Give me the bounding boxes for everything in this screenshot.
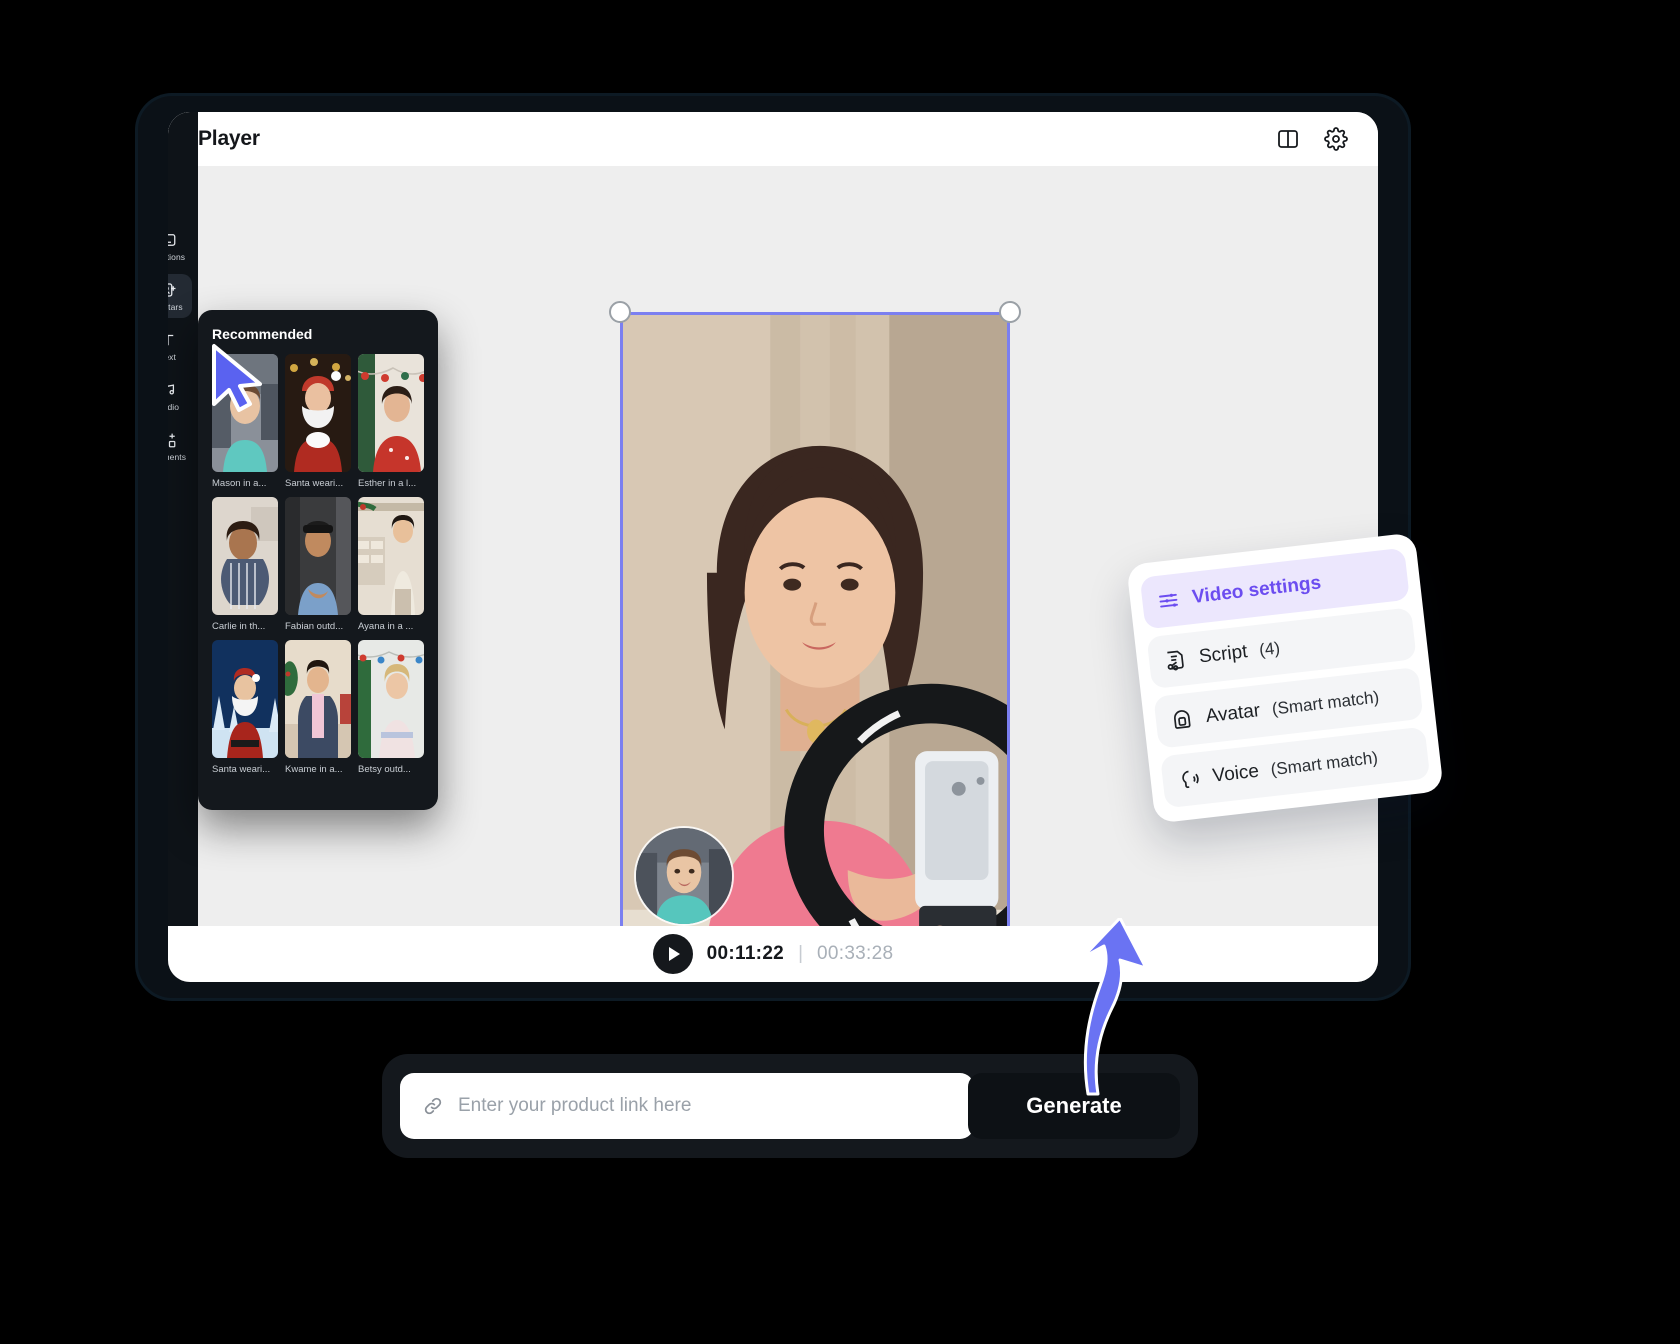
header-actions (1276, 127, 1348, 151)
settings-row-suffix: (Smart match) (1270, 687, 1381, 719)
avatar-card[interactable]: Santa weari... (285, 354, 351, 489)
captions-icon (168, 231, 177, 249)
sidebar-item-avatars[interactable]: Avatars (168, 274, 192, 318)
video-settings-card: Video settings Script (4) Avatar (Smart … (1126, 532, 1444, 824)
avatar-caption: Carlie in th... (212, 621, 266, 632)
resize-handle-top-left[interactable] (609, 301, 631, 323)
voice-icon (1176, 766, 1203, 793)
sliders-icon (1155, 587, 1182, 614)
avatar-caption: Santa weari... (285, 478, 344, 489)
avatar-caption: Kwame in a... (285, 764, 343, 775)
app-header: Player (168, 112, 1378, 166)
recommended-title: Recommended (212, 326, 313, 342)
avatar-card[interactable]: Ayana in a ... (358, 497, 424, 632)
screenshot-stage: Player ions tars xt dio ents Recommended… (0, 0, 1680, 1344)
recommended-grid: Mason in a... Santa weari... Esther in a… (212, 354, 424, 775)
total-time: 00:33:28 (817, 943, 894, 964)
sidebar-item-text[interactable]: Text (168, 324, 192, 368)
app-window: Player ions tars xt dio ents Recommended… (138, 96, 1408, 998)
current-time: 00:11:22 (706, 943, 785, 964)
sidebar-item-label: Audio (168, 401, 180, 412)
avatar-thumbnail (285, 497, 351, 615)
avatar-card-icon (168, 281, 177, 299)
settings-row-label: Video settings (1191, 572, 1323, 608)
resize-handle-top-right[interactable] (999, 301, 1021, 323)
pointer-arrow-to-generate (1080, 918, 1148, 1096)
settings-row-suffix: (4) (1258, 638, 1281, 660)
mouse-cursor (212, 344, 262, 412)
avatar-pip-bubble[interactable] (634, 826, 734, 926)
sidebar-item-audio[interactable]: Audio (168, 374, 192, 418)
avatar-caption: Betsy outd... (358, 764, 411, 775)
sidebar-item-label: Text (168, 351, 176, 362)
player-transport-bar: 00:11:22 | 00:33:28 (168, 926, 1378, 982)
avatar-frame-icon (1169, 707, 1196, 734)
avatar-thumbnail (212, 497, 278, 615)
avatar-card[interactable]: Betsy outd... (358, 640, 424, 775)
sidebar-item-label: Captions (168, 251, 186, 262)
app-window-inner: Player ions tars xt dio ents Recommended… (168, 112, 1378, 982)
layout-panel-icon[interactable] (1276, 127, 1300, 151)
settings-row-label: Script (1197, 641, 1249, 668)
avatar-caption: Santa weari... (212, 764, 271, 775)
music-note-icon (168, 381, 177, 399)
sidebar-item-captions[interactable]: Captions (168, 224, 192, 268)
avatar-card[interactable]: Carlie in th... (212, 497, 278, 632)
avatar-thumbnail (358, 640, 424, 758)
script-icon (1162, 647, 1189, 674)
search-input[interactable]: Enter your product link here (458, 1095, 691, 1117)
product-link-input-wrap[interactable]: Enter your product link here (400, 1073, 974, 1139)
text-t-icon (168, 331, 177, 349)
avatar-caption: Mason in a... (212, 478, 267, 489)
avatar-thumbnail (358, 354, 424, 472)
settings-row-label: Avatar (1204, 700, 1262, 728)
avatar-caption: Esther in a l... (358, 478, 417, 489)
elements-icon (168, 431, 177, 449)
avatar-card[interactable]: Santa weari... (212, 640, 278, 775)
avatar-caption: Ayana in a ... (358, 621, 414, 632)
page-title: Player (198, 127, 260, 150)
avatar-card[interactable]: Esther in a l... (358, 354, 424, 489)
sidebar-item-elements[interactable]: Elements (168, 424, 192, 468)
avatar-thumbnail (212, 640, 278, 758)
avatar-thumbnail (285, 354, 351, 472)
avatar-card[interactable]: Kwame in a... (285, 640, 351, 775)
link-icon (422, 1095, 444, 1117)
tool-sidebar: Captions Avatars (168, 112, 198, 982)
avatar-card[interactable]: Fabian outd... (285, 497, 351, 632)
settings-row-label: Voice (1211, 760, 1261, 787)
avatar-caption: Fabian outd... (285, 621, 344, 632)
play-button[interactable] (652, 934, 693, 974)
play-icon (668, 947, 680, 961)
sidebar-item-label: Avatars (168, 301, 183, 312)
sidebar-item-label: Elements (168, 451, 187, 462)
time-separator: | (798, 943, 803, 964)
avatar-thumbnail (285, 640, 351, 758)
gear-icon[interactable] (1324, 127, 1348, 151)
avatar-thumbnail (358, 497, 424, 615)
settings-row-suffix: (Smart match) (1269, 748, 1379, 780)
